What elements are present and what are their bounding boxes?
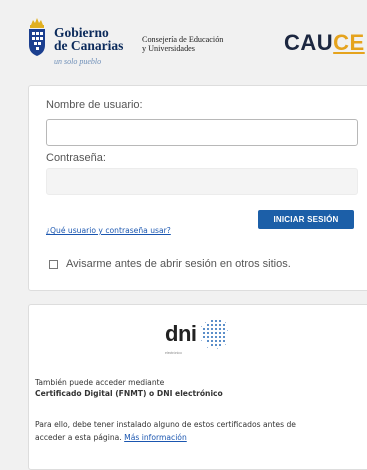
consejeria-line2: y Universidades bbox=[142, 44, 195, 53]
dni-line3: Para ello, debe tener instalado alguno d… bbox=[35, 420, 296, 429]
login-card: Nombre de usuario: Contraseña: ¿Qué usua… bbox=[28, 85, 367, 291]
dni-logo-subtext: electrónico bbox=[165, 351, 182, 355]
logo-line2: de Canarias bbox=[54, 38, 124, 53]
dni-card: dni electrónico También puede acceder me… bbox=[28, 304, 367, 470]
page-header: Gobierno de Canarias un solo pueblo Cons… bbox=[0, 0, 367, 82]
credentials-help-link[interactable]: ¿Qué usuario y contraseña usar? bbox=[46, 226, 171, 235]
remember-checkbox[interactable] bbox=[49, 259, 58, 269]
gobierno-de-canarias-logo: Gobierno de Canarias un solo pueblo bbox=[26, 14, 136, 70]
remember-label: Avisarme antes de abrir sesión en otros … bbox=[66, 258, 291, 270]
remember-option[interactable]: Avisarme antes de abrir sesión en otros … bbox=[49, 257, 291, 271]
logo-title: Gobierno de Canarias bbox=[54, 26, 124, 53]
dni-line4: acceder a esta página. Más información bbox=[35, 431, 296, 444]
dni-intro-text: También puede acceder mediante Certifica… bbox=[35, 378, 223, 399]
dni-electronico-logo: dni electrónico bbox=[165, 319, 235, 359]
dni-instructions-text: Para ello, debe tener instalado alguno d… bbox=[35, 418, 296, 444]
consejeria-line1: Consejería de Educación bbox=[142, 35, 224, 44]
dni-line4-text: acceder a esta página. bbox=[35, 433, 122, 442]
more-info-link[interactable]: Más información bbox=[124, 433, 187, 442]
consejeria-name: Consejería de Educación y Universidades bbox=[142, 35, 223, 53]
username-input[interactable] bbox=[46, 119, 358, 146]
brand-main: CAU bbox=[284, 30, 334, 55]
dni-line1: También puede acceder mediante bbox=[35, 378, 165, 387]
dni-chip-icon bbox=[201, 320, 228, 349]
brand-accent: CE bbox=[333, 30, 365, 55]
dni-line2: Certificado Digital (FNMT) o DNI electró… bbox=[35, 388, 223, 398]
login-button[interactable]: INICIAR SESIÓN bbox=[258, 210, 354, 229]
cauce-logo: CAUCE bbox=[284, 30, 365, 56]
coat-of-arms-icon bbox=[29, 18, 45, 56]
dni-logo-text: dni bbox=[165, 321, 197, 346]
password-input[interactable] bbox=[46, 168, 358, 195]
username-label: Nombre de usuario: bbox=[46, 99, 143, 111]
password-label: Contraseña: bbox=[46, 152, 106, 164]
logo-tagline: un solo pueblo bbox=[54, 57, 102, 66]
